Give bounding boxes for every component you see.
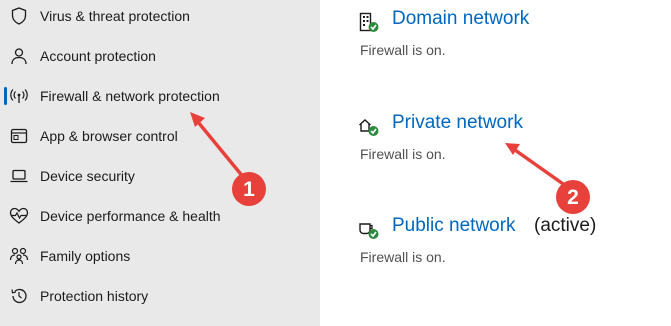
sidebar-item-device-security[interactable]: Device security: [0, 158, 320, 194]
sidebar-item-device-performance-health[interactable]: Device performance & health: [0, 198, 320, 234]
heart-pulse-icon: [9, 206, 29, 226]
sidebar-item-label: Firewall & network protection: [40, 88, 220, 104]
person-icon: [9, 46, 29, 66]
app-window-icon: [9, 126, 29, 146]
private-network-link[interactable]: Private network: [392, 112, 523, 134]
sidebar-item-virus-threat-protection[interactable]: Virus & threat protection: [0, 0, 320, 34]
sidebar-item-firewall-network-protection[interactable]: Firewall & network protection: [0, 78, 320, 114]
public-coffee-icon: [358, 219, 380, 241]
sidebar-item-label: Device security: [40, 168, 135, 184]
sidebar-nav: Virus & threat protection Account protec…: [0, 0, 320, 326]
sidebar-item-label: App & browser control: [40, 128, 178, 144]
firewall-status: Firewall is on.: [360, 249, 446, 265]
private-home-icon: [358, 116, 380, 138]
sidebar-item-label: Virus & threat protection: [40, 8, 190, 24]
firewall-status: Firewall is on.: [360, 42, 446, 58]
network-list: Domain network Firewall is on. Private n…: [320, 0, 671, 326]
wifi-antenna-icon: [9, 86, 29, 106]
domain-building-icon: [358, 12, 380, 34]
family-icon: [9, 246, 29, 266]
public-network-link[interactable]: Public network: [392, 215, 516, 237]
active-label: (active): [534, 215, 597, 236]
history-icon: [9, 286, 29, 306]
selected-indicator: [4, 87, 7, 105]
domain-network-link[interactable]: Domain network: [392, 8, 529, 30]
sidebar-item-family-options[interactable]: Family options: [0, 238, 320, 274]
sidebar-item-label: Family options: [40, 248, 131, 264]
sidebar-item-label: Protection history: [40, 288, 149, 304]
sidebar-item-app-browser-control[interactable]: App & browser control: [0, 118, 320, 154]
shield-icon: [9, 6, 29, 26]
sidebar-item-account-protection[interactable]: Account protection: [0, 38, 320, 74]
sidebar-item-label: Device performance & health: [40, 208, 221, 224]
sidebar-item-label: Account protection: [40, 48, 156, 64]
laptop-icon: [9, 166, 29, 186]
sidebar-item-protection-history[interactable]: Protection history: [0, 278, 320, 314]
firewall-status: Firewall is on.: [360, 146, 446, 162]
